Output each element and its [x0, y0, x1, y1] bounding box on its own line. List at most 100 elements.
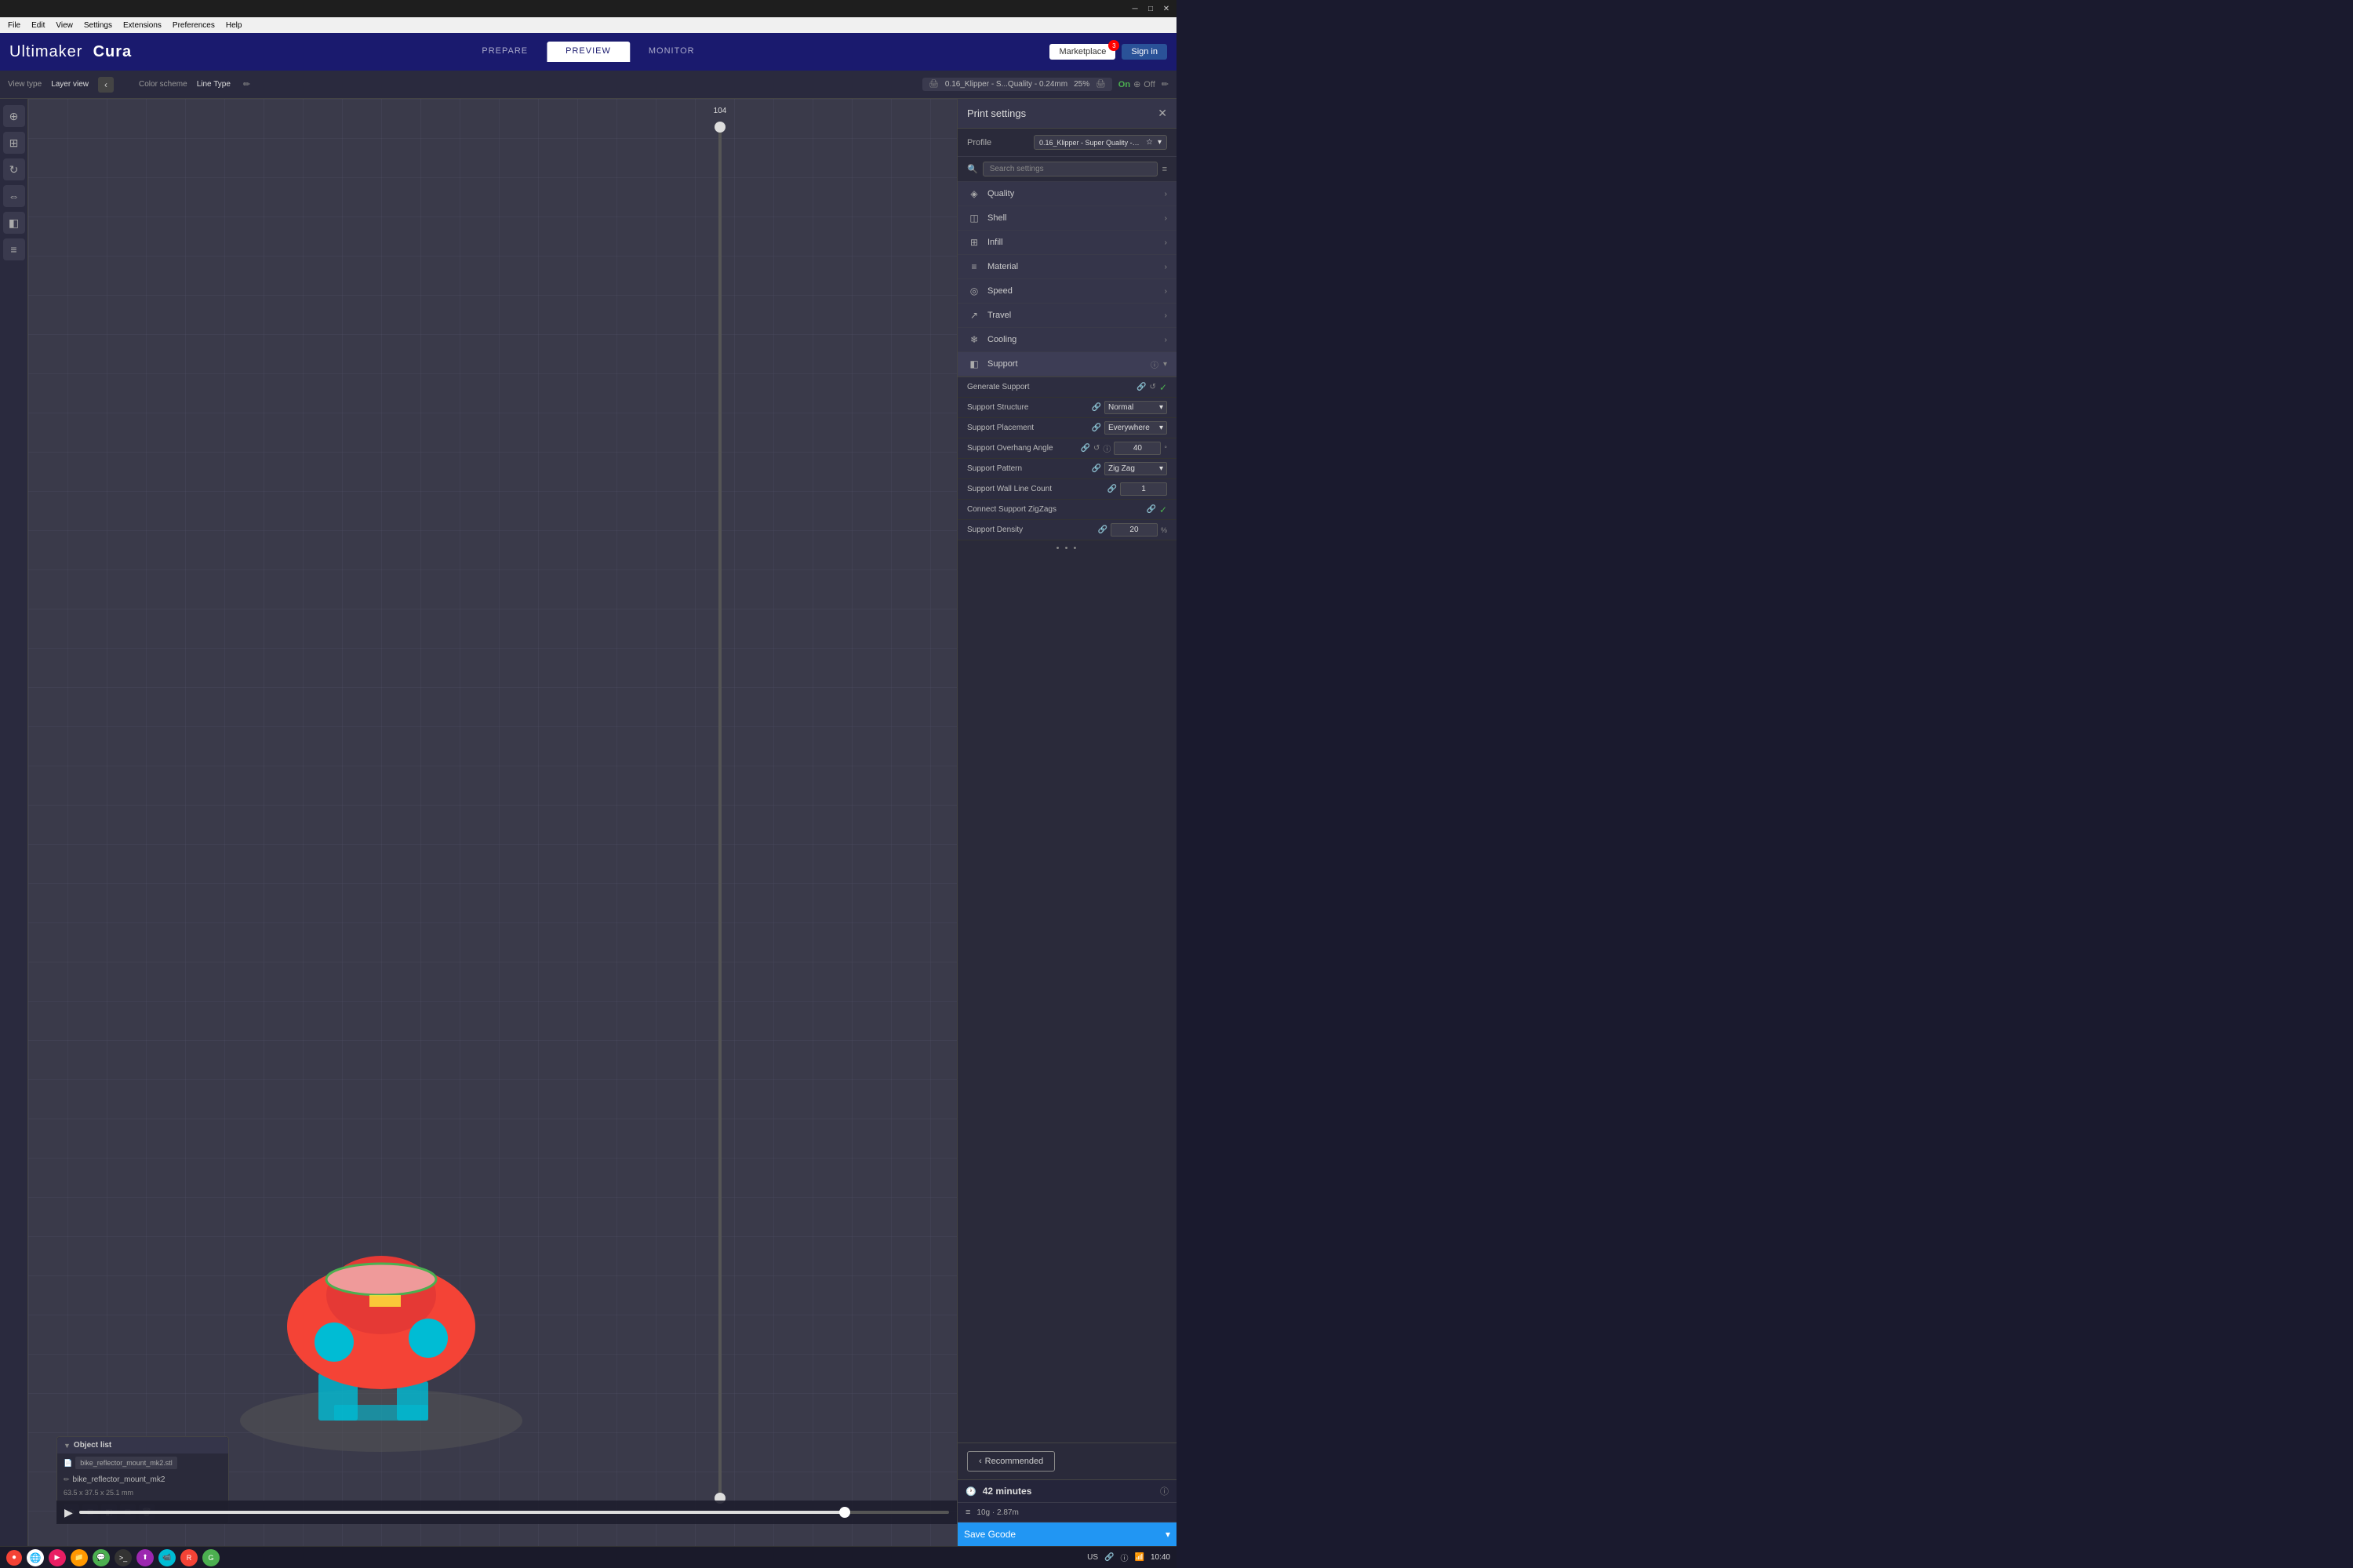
minimize-button[interactable]: ─: [1128, 2, 1142, 16]
vpn-icon: ⬆: [142, 1553, 148, 1562]
support-structure-dropdown[interactable]: Normal ▾: [1104, 401, 1167, 414]
taskbar-network-icon[interactable]: 🔗: [1104, 1553, 1114, 1562]
taskbar-cura-icon[interactable]: G: [202, 1549, 220, 1566]
taskbar-meet-icon[interactable]: 📹: [158, 1549, 176, 1566]
recommended-button[interactable]: ‹ Recommended: [967, 1451, 1055, 1472]
category-cooling[interactable]: ❄ Cooling ›: [958, 328, 1176, 352]
menu-file[interactable]: File: [3, 17, 25, 33]
tab-prepare[interactable]: PREPARE: [463, 42, 547, 62]
more-settings-dots[interactable]: • • •: [958, 540, 1176, 556]
support-overhang-info-icon[interactable]: ⓘ: [1103, 442, 1111, 454]
viewport: 104 ▼ Object list 📄 bike_reflector_mount…: [28, 99, 957, 1546]
search-input[interactable]: [983, 162, 1158, 176]
cooling-chevron-icon: ›: [1165, 336, 1167, 344]
support-overhang-reset-icon[interactable]: ↺: [1093, 444, 1100, 453]
terminal-icon: >_: [119, 1554, 127, 1562]
taskbar-stadia-icon[interactable]: ▶: [49, 1549, 66, 1566]
support-overhang-input[interactable]: [1114, 442, 1161, 455]
taskbar-chrome-icon[interactable]: 🌐: [27, 1549, 44, 1566]
taskbar-wifi-icon[interactable]: 📶: [1135, 1553, 1144, 1562]
support-wall-input[interactable]: [1120, 482, 1167, 496]
taskbar-terminal-icon[interactable]: >_: [115, 1549, 132, 1566]
search-menu-icon[interactable]: ≡: [1162, 165, 1167, 174]
category-material[interactable]: ≡ Material ›: [958, 255, 1176, 279]
category-travel[interactable]: ↗ Travel ›: [958, 304, 1176, 328]
support-structure-link-icon[interactable]: 🔗: [1092, 403, 1101, 412]
print-settings-close[interactable]: ✕: [1158, 107, 1167, 120]
taskbar-info-icon[interactable]: ⓘ: [1121, 1552, 1129, 1563]
save-gcode-button[interactable]: Save Gcode ▾: [958, 1523, 1176, 1546]
taskbar-files-icon[interactable]: 📁: [71, 1549, 88, 1566]
play-button[interactable]: ▶: [64, 1506, 73, 1519]
support-pattern-label: Support Pattern: [967, 464, 1092, 473]
generate-support-reset-icon[interactable]: ↺: [1150, 383, 1156, 391]
connect-support-link-icon[interactable]: 🔗: [1146, 505, 1155, 514]
app-logo-bold: Cura: [93, 43, 133, 60]
category-support-label: Support: [987, 359, 1151, 369]
tool-support[interactable]: ◧: [3, 212, 25, 234]
taskbar-circle-icon[interactable]: ●: [6, 1550, 22, 1566]
layer-slider-track[interactable]: [718, 122, 722, 1504]
category-support[interactable]: ◧ Support ⓘ ▾: [958, 352, 1176, 377]
left-sidebar: ⊕ ⊞ ↻ ⇔ ◧ ≡: [0, 99, 28, 1546]
taskbar-redbooth-icon[interactable]: R: [180, 1549, 198, 1566]
taskbar-vpn-icon[interactable]: ⬆: [136, 1549, 154, 1566]
support-pattern-link-icon[interactable]: 🔗: [1092, 464, 1101, 473]
estimate-info-icon[interactable]: ⓘ: [1160, 1485, 1169, 1497]
profile-select[interactable]: 0.16_Klipper - Super Quality - 0.16mm ☆ …: [1034, 135, 1167, 150]
layer-slider-top-thumb[interactable]: [715, 122, 726, 133]
toggle-off-label[interactable]: Off: [1144, 80, 1155, 89]
tab-monitor[interactable]: MONITOR: [630, 42, 714, 62]
menu-settings[interactable]: Settings: [79, 17, 117, 33]
tool-rotate[interactable]: ↻: [3, 158, 25, 180]
progress-track[interactable]: [79, 1511, 949, 1514]
tool-scale[interactable]: ⊞: [3, 132, 25, 154]
support-placement-link-icon[interactable]: 🔗: [1092, 424, 1101, 432]
nav-tabs: PREPARE PREVIEW MONITOR: [463, 42, 713, 62]
category-shell[interactable]: ◫ Shell ›: [958, 206, 1176, 231]
object-list-header[interactable]: ▼ Object list: [57, 1437, 228, 1453]
recommended-section: ‹ Recommended: [958, 1442, 1176, 1479]
signin-button[interactable]: Sign in: [1122, 44, 1167, 60]
menu-help[interactable]: Help: [221, 17, 247, 33]
color-scheme-edit-icon[interactable]: ✏: [243, 79, 250, 89]
object-list-collapse-icon[interactable]: ▼: [64, 1442, 71, 1450]
connect-support-check[interactable]: ✓: [1159, 504, 1167, 515]
support-pattern-dropdown[interactable]: Zig Zag ▾: [1104, 462, 1167, 475]
progress-thumb[interactable]: [839, 1507, 850, 1518]
support-info-icon[interactable]: ⓘ: [1151, 358, 1158, 370]
support-overhang-link-icon[interactable]: 🔗: [1081, 444, 1090, 453]
toggle-on-label[interactable]: On: [1118, 80, 1130, 89]
generate-support-check[interactable]: ✓: [1159, 382, 1167, 393]
category-material-label: Material: [987, 262, 1165, 271]
tool-settings-per-model[interactable]: ≡: [3, 238, 25, 260]
support-wall-row: Support Wall Line Count 🔗: [958, 479, 1176, 500]
generate-support-link-icon[interactable]: 🔗: [1136, 383, 1146, 391]
support-density-link-icon[interactable]: 🔗: [1098, 526, 1107, 534]
profile-label: Profile: [967, 138, 991, 147]
taskbar-chat-icon[interactable]: 💬: [93, 1549, 110, 1566]
support-overhang-row: Support Overhang Angle 🔗 ↺ ⓘ °: [958, 438, 1176, 459]
maximize-button[interactable]: □: [1144, 2, 1158, 16]
tool-mirror[interactable]: ⇔: [3, 185, 25, 207]
support-wall-link-icon[interactable]: 🔗: [1107, 485, 1117, 493]
toolbar-settings-icon[interactable]: ✏: [1162, 79, 1169, 89]
category-speed[interactable]: ◎ Speed ›: [958, 279, 1176, 304]
support-density-input[interactable]: [1111, 523, 1158, 537]
menu-edit[interactable]: Edit: [27, 17, 49, 33]
category-infill[interactable]: ⊞ Infill ›: [958, 231, 1176, 255]
menu-view[interactable]: View: [51, 17, 78, 33]
view-type-toggle[interactable]: ‹: [98, 77, 114, 93]
tab-preview[interactable]: PREVIEW: [547, 42, 630, 62]
marketplace-button[interactable]: Marketplace 3: [1049, 44, 1115, 60]
toolbar-right: 🖨 0.16_Klipper - S...Quality - 0.24mm 25…: [922, 78, 1169, 91]
save-gcode-dropdown-icon[interactable]: ▾: [1166, 1529, 1170, 1540]
close-button[interactable]: ✕: [1159, 2, 1173, 16]
support-structure-chevron: ▾: [1159, 403, 1163, 412]
tool-move[interactable]: ⊕: [3, 105, 25, 127]
support-density-label: Support Density: [967, 526, 1098, 534]
menu-extensions[interactable]: Extensions: [118, 17, 166, 33]
category-quality[interactable]: ◈ Quality ›: [958, 182, 1176, 206]
menu-preferences[interactable]: Preferences: [168, 17, 220, 33]
support-placement-dropdown[interactable]: Everywhere ▾: [1104, 421, 1167, 435]
